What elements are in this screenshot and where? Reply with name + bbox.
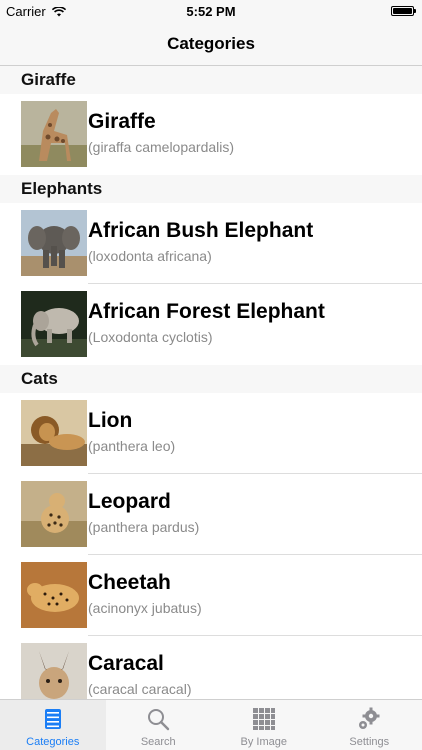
item-scientific-name: (panthera leo) bbox=[88, 438, 176, 454]
tab-label: By Image bbox=[240, 736, 287, 748]
item-scientific-name: (giraffa camelopardalis) bbox=[88, 139, 235, 155]
list-item-african-forest-elephant[interactable]: African Forest Elephant (Loxodonta cyclo… bbox=[0, 284, 422, 365]
item-name: Leopard bbox=[88, 490, 171, 513]
item-name: Caracal bbox=[88, 652, 164, 675]
leopard-thumbnail bbox=[21, 481, 87, 547]
search-icon bbox=[148, 709, 170, 731]
section-header-elephants: Elephants bbox=[0, 175, 422, 203]
lion-thumbnail bbox=[21, 400, 87, 466]
item-scientific-name: (acinonyx jubatus) bbox=[88, 600, 202, 616]
status-bar: Carrier 5:52 PM bbox=[0, 0, 422, 22]
item-name: Lion bbox=[88, 409, 133, 432]
grid-icon bbox=[252, 708, 275, 730]
item-name: African Forest Elephant bbox=[88, 300, 325, 323]
tab-settings[interactable]: Settings bbox=[317, 700, 422, 750]
african-forest-elephant-thumbnail bbox=[21, 291, 87, 357]
list-item-caracal[interactable]: Caracal (caracal caracal) bbox=[0, 636, 422, 699]
african-bush-elephant-thumbnail bbox=[21, 210, 87, 276]
list-item-african-bush-elephant[interactable]: African Bush Elephant (loxodonta african… bbox=[0, 203, 422, 284]
section-header-giraffe: Giraffe bbox=[0, 66, 422, 94]
tab-categories[interactable]: Categories bbox=[0, 700, 106, 750]
list-item-lion[interactable]: Lion (panthera leo) bbox=[0, 393, 422, 474]
list-item-cheetah[interactable]: Cheetah (acinonyx jubatus) bbox=[0, 555, 422, 636]
item-name: African Bush Elephant bbox=[88, 219, 314, 242]
cheetah-thumbnail bbox=[21, 562, 87, 628]
list-item-giraffe[interactable]: Giraffe (giraffa camelopardalis) bbox=[0, 94, 422, 175]
list-item-leopard[interactable]: Leopard (panthera pardus) bbox=[0, 474, 422, 555]
item-scientific-name: (caracal caracal) bbox=[88, 681, 192, 697]
item-name: Cheetah bbox=[88, 571, 171, 594]
nav-bar: Categories bbox=[0, 22, 422, 66]
categories-icon bbox=[44, 709, 61, 729]
battery-icon bbox=[391, 6, 416, 16]
caracal-thumbnail bbox=[21, 643, 87, 699]
tab-by-image[interactable]: By Image bbox=[211, 700, 317, 750]
status-time: 5:52 PM bbox=[186, 4, 236, 19]
giraffe-thumbnail bbox=[21, 101, 87, 167]
item-scientific-name: (loxodonta africana) bbox=[88, 248, 212, 264]
tab-bar: Categories Search By Image Settings bbox=[0, 699, 422, 750]
item-name: Giraffe bbox=[88, 110, 156, 133]
tab-label: Search bbox=[140, 736, 176, 748]
screen: Carrier 5:52 PM Categories Giraffe Giraf… bbox=[0, 0, 422, 750]
category-list[interactable]: Giraffe Giraffe (giraffa camelopardalis)… bbox=[0, 66, 422, 699]
tab-label: Settings bbox=[349, 736, 390, 748]
tab-search[interactable]: Search bbox=[106, 700, 212, 750]
section-header-cats: Cats bbox=[0, 365, 422, 393]
item-scientific-name: (Loxodonta cyclotis) bbox=[88, 329, 213, 345]
page-title: Categories bbox=[167, 34, 255, 53]
gear-icon bbox=[359, 707, 380, 729]
tab-label: Categories bbox=[26, 736, 80, 748]
item-scientific-name: (panthera pardus) bbox=[88, 519, 200, 535]
